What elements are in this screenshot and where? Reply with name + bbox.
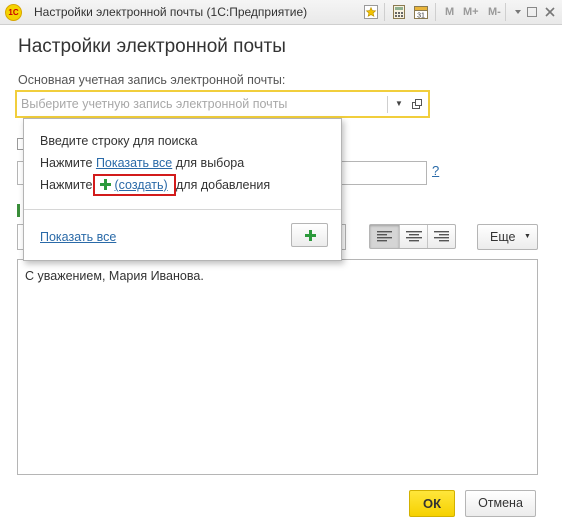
popup-hint-search: Введите строку для поиска <box>40 134 198 148</box>
align-left-icon <box>377 231 392 242</box>
dropdown-arrow-icon[interactable]: ▼ <box>392 95 406 113</box>
calculator-icon[interactable] <box>391 4 407 20</box>
align-center-button[interactable] <box>399 225 428 248</box>
chevron-down-icon: ▼ <box>524 233 531 240</box>
popup-show-all-inline-link[interactable]: Показать все <box>96 156 172 170</box>
cancel-button[interactable]: Отмена <box>465 490 536 517</box>
account-dropdown-popup: Введите строку для поиска Нажмите Показа… <box>23 118 342 261</box>
favorite-icon[interactable] <box>363 4 379 20</box>
account-field-label: Основная учетная запись электронной почт… <box>18 73 286 87</box>
align-center-icon <box>406 231 422 242</box>
close-icon[interactable] <box>542 4 558 20</box>
maximize-icon[interactable] <box>524 4 540 20</box>
form-title: Настройки электронной почты <box>18 36 286 57</box>
memory-minus-button[interactable]: M- <box>488 6 501 18</box>
align-right-icon <box>434 231 449 242</box>
popup-hint-prefix: Нажмите <box>40 156 96 170</box>
help-link[interactable]: ? <box>432 163 439 178</box>
account-select-field[interactable]: ▼ <box>15 90 430 118</box>
popup-hint-select: Нажмите Показать все для выбора <box>40 156 244 170</box>
create-highlight-box: (создать) <box>93 174 176 196</box>
add-button[interactable] <box>291 223 328 247</box>
align-left-button[interactable] <box>370 225 399 248</box>
popup-hint-create-suffix: для добавления <box>176 178 271 192</box>
account-input[interactable] <box>21 95 383 113</box>
field-divider <box>387 96 388 113</box>
open-icon[interactable] <box>410 96 424 112</box>
window-titlebar: 1С Настройки электронной почты (1С:Предп… <box>0 0 562 25</box>
titlebar-separator <box>384 3 385 21</box>
titlebar-separator <box>435 3 436 21</box>
signature-editor[interactable]: С уважением, Мария Иванова. <box>17 259 538 475</box>
popup-hint-create-prefix: Нажмите <box>40 178 93 192</box>
calendar-day-label: 31 <box>417 13 425 20</box>
more-button-label: Еще <box>490 230 516 244</box>
popup-divider <box>24 209 341 210</box>
memory-m-button[interactable]: M <box>445 6 454 18</box>
titlebar-separator <box>505 3 506 21</box>
app-logo-icon: 1С <box>5 4 22 21</box>
plus-icon <box>100 179 111 190</box>
calendar-icon[interactable]: 31 <box>413 4 429 20</box>
create-link[interactable]: (создать) <box>100 178 168 192</box>
popup-hint-suffix: для выбора <box>172 156 245 170</box>
show-all-link[interactable]: Показать все <box>40 230 116 244</box>
more-button[interactable]: Еще ▼ <box>477 224 538 250</box>
window-title: Настройки электронной почты (1С:Предприя… <box>34 5 308 19</box>
green-label-partial <box>17 204 20 217</box>
signature-text: С уважением, Мария Иванова. <box>25 269 204 283</box>
create-link-label: (создать) <box>114 178 168 192</box>
align-right-button[interactable] <box>427 225 456 248</box>
alignment-button-group <box>369 224 456 249</box>
ok-button[interactable]: ОК <box>409 490 455 517</box>
memory-plus-button[interactable]: M+ <box>463 6 479 18</box>
plus-icon <box>305 230 316 241</box>
